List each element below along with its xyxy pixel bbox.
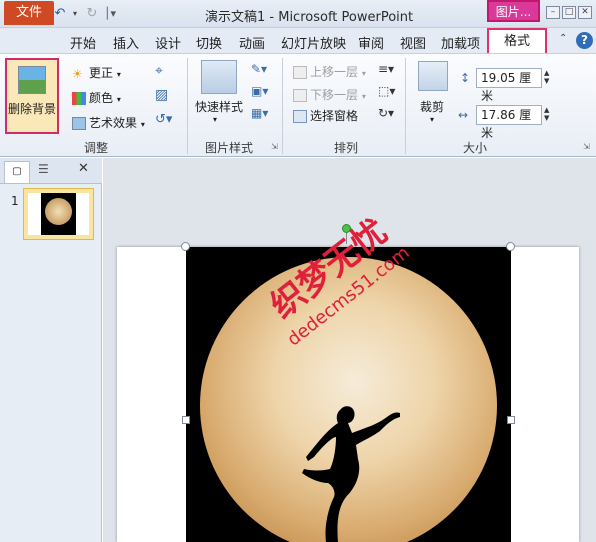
window-title: 演示文稿1 - Microsoft PowerPoint: [205, 10, 414, 25]
picture-layout-icon[interactable]: ▦▾: [251, 106, 268, 120]
width-stepper-icon[interactable]: ▲ ▼: [544, 106, 549, 122]
customize-qat-icon[interactable]: │▾: [102, 6, 118, 22]
remove-background-icon: [18, 66, 46, 94]
bring-forward-icon: [293, 66, 307, 79]
dancer-silhouette: [302, 406, 400, 542]
selection-pane-label: 选择窗格: [310, 109, 359, 123]
selection-pane-button[interactable]: 选择窗格: [293, 107, 358, 124]
slide-thumbnail[interactable]: [23, 188, 94, 240]
rotation-handle-stem: [346, 232, 347, 244]
group-label-picture-styles: 图片样式: [205, 141, 254, 155]
restore-icon[interactable]: □: [562, 6, 576, 19]
collapse-ribbon-icon[interactable]: ⌃: [559, 33, 567, 44]
reset-picture-icon[interactable]: ↺▾: [155, 112, 172, 127]
tab-insert[interactable]: 插入: [113, 33, 139, 52]
group-separator: [282, 58, 283, 154]
group-objects-icon[interactable]: ⬚▾: [378, 84, 395, 98]
corrections-label: 更正: [89, 66, 114, 80]
close-pane-icon[interactable]: ✕: [78, 161, 89, 176]
tab-design[interactable]: 设计: [155, 33, 181, 52]
quick-styles-label[interactable]: 快速样式: [195, 98, 243, 115]
minimize-icon[interactable]: –: [546, 6, 560, 19]
crop-icon[interactable]: [418, 61, 448, 91]
tab-format[interactable]: 格式: [487, 28, 547, 54]
resize-handle-right[interactable]: [507, 416, 515, 424]
artistic-effects-label: 艺术效果: [89, 116, 138, 130]
slides-tab-icon[interactable]: ▢: [4, 161, 30, 183]
slide-number: 1: [11, 194, 19, 208]
tab-addins[interactable]: 加载项: [441, 33, 480, 52]
artistic-effects-icon: [72, 117, 86, 130]
send-backward-label: 下移一层: [310, 88, 359, 102]
chevron-down-icon: ▾: [116, 70, 121, 79]
redo-icon[interactable]: ↻: [84, 6, 100, 22]
thumbnail-picture: [41, 193, 76, 235]
tab-transitions[interactable]: 切换: [196, 33, 222, 52]
tab-review[interactable]: 审阅: [358, 33, 384, 52]
selection-pane-icon: [293, 110, 307, 123]
chevron-down-icon: ▾: [140, 120, 145, 129]
help-icon[interactable]: ?: [576, 32, 593, 49]
outline-tab-icon[interactable]: ☰: [38, 162, 49, 176]
dialog-launcher-icon[interactable]: ⇲: [583, 142, 590, 151]
picture-effects-icon[interactable]: ▣▾: [251, 84, 268, 98]
artistic-effects-button[interactable]: 艺术效果 ▾: [72, 114, 145, 131]
tab-file[interactable]: 文件: [4, 1, 54, 25]
undo-dropdown-icon[interactable]: ▾: [67, 6, 83, 22]
shape-height-icon: ↕: [460, 71, 471, 85]
sun-icon: ☀: [72, 67, 83, 81]
compress-pictures-icon[interactable]: ⌖: [155, 63, 163, 79]
align-icon[interactable]: ≡▾: [378, 62, 394, 76]
width-input[interactable]: 17.86 厘米: [476, 105, 542, 140]
tab-slideshow[interactable]: 幻灯片放映: [281, 33, 346, 52]
group-separator: [405, 58, 406, 154]
undo-icon[interactable]: ↶: [52, 6, 68, 22]
rotate-icon[interactable]: ↻▾: [378, 106, 394, 120]
crop-label[interactable]: 裁剪: [420, 98, 444, 115]
tab-animations[interactable]: 动画: [239, 33, 265, 52]
chevron-down-icon: ▾: [361, 92, 366, 101]
resize-handle-left[interactable]: [182, 416, 190, 424]
group-label-size: 大小: [463, 141, 488, 155]
bring-forward-label: 上移一层: [310, 65, 359, 79]
chevron-down-icon[interactable]: ▾: [430, 115, 434, 124]
chevron-down-icon: ▾: [116, 95, 121, 104]
tab-home[interactable]: 开始: [70, 33, 96, 52]
chevron-down-icon[interactable]: ▾: [213, 115, 217, 124]
group-separator: [187, 58, 188, 154]
picture-border-icon[interactable]: ✎▾: [251, 62, 267, 76]
group-label-arrange: 排列: [334, 141, 359, 155]
resize-handle-top-right[interactable]: [506, 242, 515, 251]
color-label: 颜色: [89, 91, 114, 105]
rotation-handle[interactable]: [342, 224, 351, 233]
shape-width-icon: ↔: [458, 108, 469, 122]
remove-background-button[interactable]: 删除背景: [5, 58, 59, 134]
close-icon[interactable]: ✕: [578, 6, 592, 19]
chevron-down-icon: ▾: [361, 69, 366, 78]
corrections-button[interactable]: ☀ 更正 ▾: [72, 64, 121, 81]
picture-tools-context-title: 图片...: [487, 0, 540, 22]
resize-handle-top-left[interactable]: [181, 242, 190, 251]
dialog-launcher-icon[interactable]: ⇲: [271, 142, 278, 151]
selected-picture[interactable]: [186, 247, 511, 542]
group-label-adjust: 调整: [84, 141, 109, 155]
remove-background-label: 删除背景: [8, 102, 57, 116]
color-icon: [72, 92, 86, 105]
bring-forward-button[interactable]: 上移一层 ▾: [293, 63, 366, 80]
send-backward-icon: [293, 89, 307, 102]
height-stepper-icon[interactable]: ▲ ▼: [544, 69, 549, 85]
color-button[interactable]: 颜色 ▾: [72, 89, 121, 106]
height-input[interactable]: 19.05 厘米: [476, 68, 542, 103]
send-backward-button[interactable]: 下移一层 ▾: [293, 86, 366, 103]
quick-styles-icon[interactable]: [201, 60, 237, 94]
tab-view[interactable]: 视图: [400, 33, 426, 52]
change-picture-icon[interactable]: ▨: [155, 87, 168, 103]
